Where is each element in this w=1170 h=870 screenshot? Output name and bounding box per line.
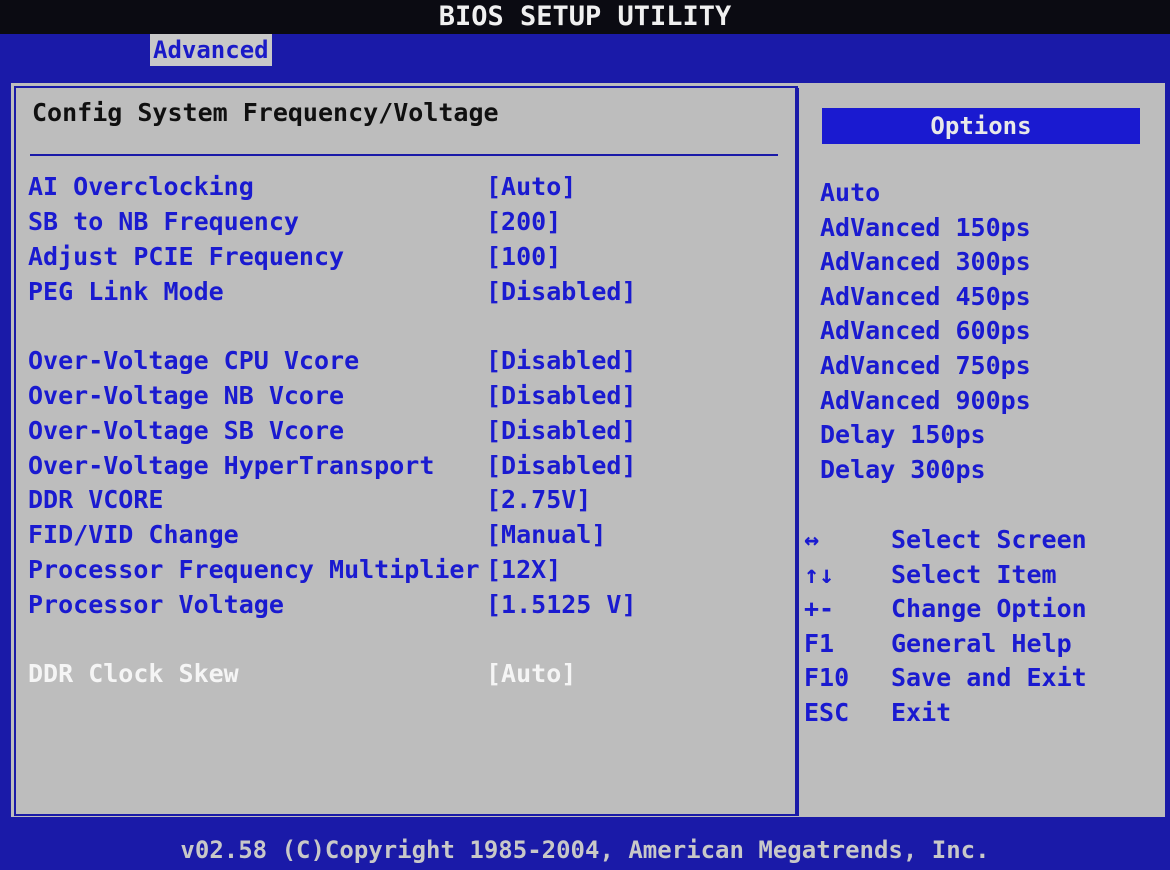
help-key: F1 [804,629,835,658]
setting-row-peg-link-mode[interactable]: PEG Link Mode [Disabled] [28,275,788,309]
arrows-left-right-icon: ↔ [804,525,820,554]
setting-value[interactable]: [Disabled] [486,344,637,378]
setting-row-over-voltage-cpu-vcore[interactable]: Over-Voltage CPU Vcore [Disabled] [28,344,788,378]
setting-value[interactable]: [Disabled] [486,449,637,483]
setting-label: Processor Voltage [28,590,284,619]
setting-row-ai-overclocking[interactable]: AI Overclocking [Auto] [28,170,788,204]
setting-row-over-voltage-nb-vcore[interactable]: Over-Voltage NB Vcore [Disabled] [28,379,788,413]
setting-value[interactable]: [Manual] [486,518,606,552]
help-row-general-help: F1 General Help [804,627,1154,661]
help-row-exit: ESC Exit [804,696,1154,730]
help-desc: General Help [891,629,1072,658]
options-header: Options [822,108,1140,144]
setting-value[interactable]: [Disabled] [486,275,637,309]
option-item[interactable]: AdVanced 900ps [820,384,1031,418]
setting-value[interactable]: [100] [486,240,561,274]
option-item[interactable]: Auto [820,176,880,210]
setting-row-ddr-vcore[interactable]: DDR VCORE [2.75V] [28,483,788,517]
setting-row-processor-frequency-multiplier[interactable]: Processor Frequency Multiplier [12X] [28,553,788,587]
help-key: F10 [804,663,850,692]
setting-row-processor-voltage[interactable]: Processor Voltage [1.5125 V] [28,588,788,622]
help-desc: Exit [891,698,952,727]
setting-row-adjust-pcie-frequency[interactable]: Adjust PCIE Frequency [100] [28,240,788,274]
help-row-save-and-exit: F10 Save and Exit [804,661,1154,695]
setting-value[interactable]: [200] [486,205,561,239]
help-desc: Change Option [891,594,1087,623]
help-row-select-screen: ↔ Select Screen [804,523,1154,557]
setting-row-ddr-clock-skew[interactable]: DDR Clock Skew [Auto] [28,657,788,691]
setting-row-fid-vid-change[interactable]: FID/VID Change [Manual] [28,518,788,552]
setting-label: Over-Voltage NB Vcore [28,381,345,410]
plus-minus-icon: +- [804,594,835,623]
help-key: ESC [804,698,850,727]
option-item[interactable]: AdVanced 300ps [820,245,1031,279]
option-item[interactable]: AdVanced 750ps [820,349,1031,383]
setting-value[interactable]: [2.75V] [486,483,591,517]
setting-label: Adjust PCIE Frequency [28,242,345,271]
setting-label: PEG Link Mode [28,277,224,306]
option-item[interactable]: AdVanced 450ps [820,280,1031,314]
section-title: Config System Frequency/Voltage [32,98,499,127]
setting-value[interactable]: [Auto] [486,657,576,691]
setting-value[interactable]: [Disabled] [486,414,637,448]
tab-advanced[interactable]: Advanced [150,34,272,66]
option-item[interactable]: AdVanced 600ps [820,314,1031,348]
setting-label: Over-Voltage SB Vcore [28,416,345,445]
setting-label: FID/VID Change [28,520,239,549]
setting-row-over-voltage-sb-vcore[interactable]: Over-Voltage SB Vcore [Disabled] [28,414,788,448]
setting-value[interactable]: [12X] [486,553,561,587]
setting-label: Over-Voltage CPU Vcore [28,346,360,375]
help-desc: Select Screen [891,525,1087,554]
setting-value[interactable]: [1.5125 V] [486,588,637,622]
setting-value[interactable]: [Disabled] [486,379,637,413]
setting-row-over-voltage-hypertransport[interactable]: Over-Voltage HyperTransport [Disabled] [28,449,788,483]
option-item[interactable]: Delay 150ps [820,418,986,452]
copyright-text: v02.58 (C)Copyright 1985-2004, American … [180,836,990,864]
setting-label: Processor Frequency Multiplier [28,555,480,584]
setting-label: DDR VCORE [28,485,164,514]
help-row-change-option: +- Change Option [804,592,1154,626]
setting-value[interactable]: [Auto] [486,170,576,204]
title-underline [30,154,778,156]
setting-label: SB to NB Frequency [28,207,299,236]
panel-divider [795,88,799,816]
setting-row-sb-to-nb-frequency[interactable]: SB to NB Frequency [200] [28,205,788,239]
option-item[interactable]: AdVanced 150ps [820,211,1031,245]
setting-label: AI Overclocking [28,172,254,201]
bios-title: BIOS SETUP UTILITY [438,1,732,32]
setting-label: Over-Voltage HyperTransport [28,451,435,480]
help-desc: Save and Exit [891,663,1087,692]
help-desc: Select Item [891,560,1057,589]
setting-label: DDR Clock Skew [28,659,239,688]
option-item[interactable]: Delay 300ps [820,453,986,487]
help-row-select-item: ↑↓ Select Item [804,558,1154,592]
arrows-up-down-icon: ↑↓ [804,560,835,589]
